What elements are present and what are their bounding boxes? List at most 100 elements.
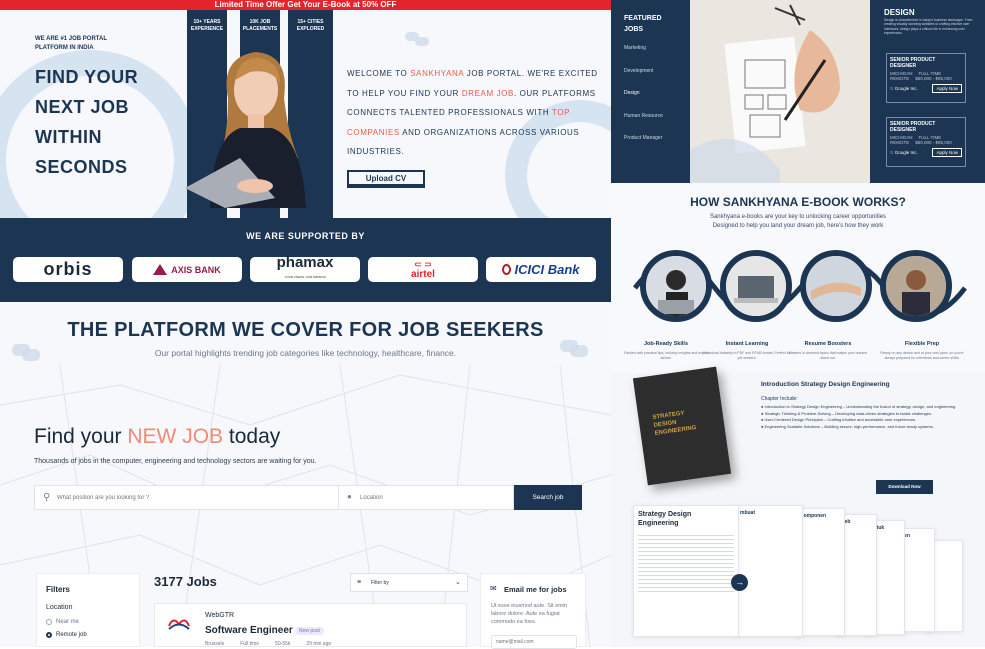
design-sketch-photo xyxy=(690,0,870,183)
chapter-text: User-Centered Design Principles – Crafti… xyxy=(764,417,917,422)
step-description: Packed with practical tips, industry ins… xyxy=(624,351,708,360)
location-input[interactable] xyxy=(360,489,510,507)
find-job-heading: Find your NEW JOB today xyxy=(34,425,280,449)
welcome-part: WELCOME TO xyxy=(347,69,411,78)
job-card-title: SENIOR PRODUCT DESIGNER xyxy=(890,121,936,133)
job-posted-time: 29 min ago xyxy=(306,641,332,647)
stat-label: 15+ CITIES EXPLORED xyxy=(296,19,325,32)
radio-remote-job[interactable]: Remote job xyxy=(46,632,87,638)
job-card[interactable]: SENIOR PRODUCT DESIGNER MICHIGAN FULL TIM… xyxy=(886,117,966,167)
doc-page-heading: Komponen xyxy=(800,513,827,519)
search-icon: ⚲ xyxy=(43,492,51,503)
featured-item-hr[interactable]: Human Resource xyxy=(624,113,663,119)
featured-item-design[interactable]: Design xyxy=(624,90,640,96)
logo-axis-bank: AXIS BANK xyxy=(132,257,242,282)
axis-bank-text: AXIS BANK xyxy=(171,264,221,275)
location-filter-label: Location xyxy=(46,604,73,611)
welcome-text: WELCOME TO SANKHYANA JOB PORTAL. WE'RE E… xyxy=(347,64,611,162)
webgtr-logo-icon xyxy=(168,619,190,630)
filters-panel: Filters Location Near me Remote job xyxy=(36,573,140,647)
featured-item-marketing[interactable]: Marketing xyxy=(624,45,646,51)
location-pin-icon: ● xyxy=(347,492,352,501)
step-label: Flexible Prep xyxy=(904,341,940,347)
job-card[interactable]: SENIOR PRODUCT DESIGNER MICHIGAN FULL TIM… xyxy=(886,53,966,103)
search-job-button[interactable]: Search job xyxy=(514,485,582,510)
find-job-subtitle: Thousands of jobs in the computer, engin… xyxy=(34,458,317,465)
next-arrow-icon[interactable]: → xyxy=(731,574,748,591)
list-item: ● Engineering Scalable Solutions – Build… xyxy=(761,423,934,429)
job-card-footer: G Google Inc. Apply Now xyxy=(890,148,962,157)
ebook-cover-title: STRATEGY DESIGN ENGINEERING xyxy=(652,408,697,438)
step-image-prep xyxy=(880,250,952,322)
ebook-intro-title: Introduction Strategy Design Engineering xyxy=(761,381,890,388)
welcome-highlight: DREAM JOB xyxy=(461,88,514,98)
company-name: Google Inc. xyxy=(894,86,918,91)
job-card-footer: G Google Inc. Apply Now xyxy=(890,84,962,93)
ebook-how-subtitle: Sankhyana e-books are your key to unlock… xyxy=(611,213,985,231)
step-description: Download instantly in PDF and EPUB forma… xyxy=(703,351,791,360)
hero-title-line: NEXT JOB xyxy=(35,97,130,117)
job-card-remote: REMOTE xyxy=(890,76,910,81)
doc-page-heading: mbuat xyxy=(740,510,755,516)
apply-now-button[interactable]: Apply Now xyxy=(932,84,962,93)
email-me-panel: ✉ Email me for jobs Ut esse eiusmod aute… xyxy=(480,573,586,649)
man-portrait-image xyxy=(886,256,946,316)
job-card-salary: $80,000 - $95,000 xyxy=(915,140,952,145)
hero-title-line: FIND YOUR xyxy=(35,67,139,87)
hero-tagline: WE ARE #1 JOB PORTAL PLATFORM IN INDIA xyxy=(35,36,107,51)
job-search-bar: ⚲ ● xyxy=(34,485,514,510)
divider xyxy=(338,486,339,509)
filter-lines-icon: ≡ xyxy=(357,579,362,586)
step-image-skills xyxy=(640,250,712,322)
radio-label: Near me xyxy=(56,619,80,625)
stat-label: 10+ YEARS EXPERIENCE xyxy=(190,19,224,32)
job-card-company: G Google Inc. xyxy=(890,150,918,155)
email-me-description: Ut esse eiusmod aute. Sit enim labore do… xyxy=(491,603,568,625)
radio-label: Remote job xyxy=(56,632,87,638)
logo-phamax: phamax YOUR VISION, OUR MISSION xyxy=(250,255,360,282)
job-card-remote: REMOTE xyxy=(890,140,910,145)
job-card-meta: REMOTE $80,000 - $95,000 xyxy=(890,76,962,81)
filters-title: Filters xyxy=(46,585,71,594)
icici-text: ICICI Bank xyxy=(514,262,580,277)
jobs-count: 3177 Jobs xyxy=(154,574,217,589)
logo-airtel: ⸦⸧ airtel xyxy=(368,257,478,282)
filter-by-dropdown[interactable]: ≡ Filter by ⌄ xyxy=(350,573,468,592)
doc-page-main: Strategy Design Engineering xyxy=(633,505,739,637)
chevron-down-icon: ⌄ xyxy=(455,579,461,586)
step-image-resume xyxy=(800,250,872,322)
supporters-title: WE ARE SUPPORTED BY xyxy=(246,231,365,241)
promo-banner[interactable]: Limited Time Offer Get Your E-Book at 50… xyxy=(0,0,611,10)
platform-subtitle: Our portal highlights trending job categ… xyxy=(154,348,457,358)
chapter-text: Engineering Scalable Solutions – Buildin… xyxy=(764,423,934,429)
step-label: Instant Learning xyxy=(725,341,769,347)
email-icon: ✉ xyxy=(490,584,497,593)
featured-item-development[interactable]: Development xyxy=(624,68,653,74)
step-label: Job-Ready Skills xyxy=(643,341,689,347)
position-search-input[interactable] xyxy=(57,489,337,507)
person-laptop-image xyxy=(646,256,706,316)
featured-jobs-title: FEATURED JOBS xyxy=(624,13,662,35)
subtitle-line: Designed to help you land your dream job… xyxy=(712,223,884,229)
upload-cv-button[interactable]: Upload CV xyxy=(347,170,425,188)
apply-now-button[interactable]: Apply Now xyxy=(932,148,962,157)
download-now-button[interactable]: Download Now xyxy=(876,480,933,494)
welcome-brand: SANKHYANA xyxy=(410,69,464,78)
filter-by-label: Filter by xyxy=(371,580,389,586)
featured-item-product-manager[interactable]: Product Manager xyxy=(624,135,662,141)
phamax-subtext: YOUR VISION, OUR MISSION xyxy=(284,274,326,279)
job-listing-card[interactable]: WebGTR Software Engineer New post Brusse… xyxy=(154,603,467,647)
subtitle-line: Sankhyana e-books are your key to unlock… xyxy=(709,214,887,220)
job-company: WebGTR xyxy=(205,612,235,619)
doc-body-lines xyxy=(638,532,734,592)
job-type: Full time xyxy=(240,641,260,647)
design-description: Design is characterized in today's busin… xyxy=(884,18,973,36)
heading-part: today xyxy=(223,425,281,448)
ebook-cover: STRATEGY DESIGN ENGINEERING xyxy=(632,366,732,486)
job-card-meta: REMOTE $80,000 - $95,000 xyxy=(890,140,962,145)
radio-near-me[interactable]: Near me xyxy=(46,619,79,625)
logo-orbis: orbis xyxy=(13,257,123,282)
heading-highlight: NEW JOB xyxy=(127,425,224,448)
doc-page: mbuat xyxy=(735,505,803,637)
job-title[interactable]: Software Engineer xyxy=(205,625,293,636)
